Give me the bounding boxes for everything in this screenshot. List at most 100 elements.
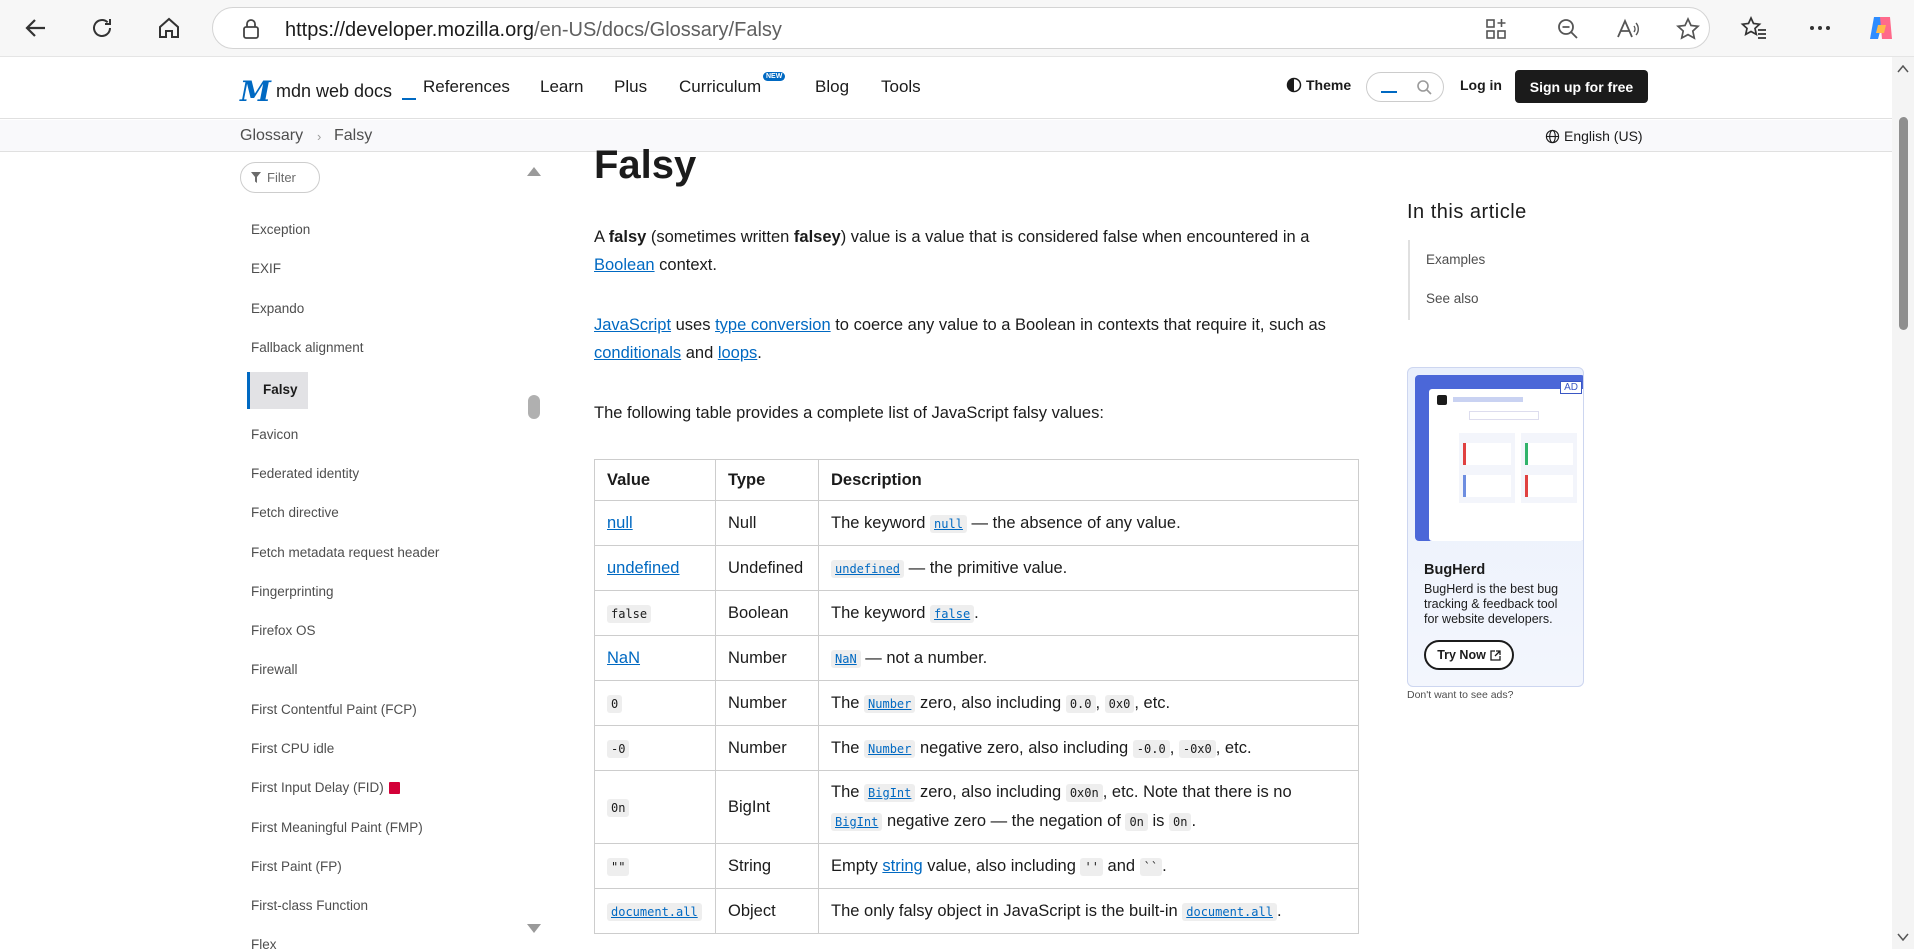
- description-cell: The Number negative zero, also including…: [818, 725, 1359, 771]
- text: ,: [1169, 738, 1179, 757]
- ad-title: BugHerd: [1424, 562, 1486, 578]
- conditionals-link[interactable]: conditionals: [594, 344, 681, 362]
- code-link[interactable]: Number: [864, 739, 916, 758]
- nav-references[interactable]: References: [423, 77, 510, 97]
- back-arrow-icon[interactable]: [19, 11, 53, 45]
- code-link[interactable]: NaN: [831, 649, 861, 668]
- javascript-link[interactable]: JavaScript: [594, 316, 671, 334]
- code-link[interactable]: BigInt: [831, 813, 883, 831]
- sidebar-scrollbar[interactable]: [528, 395, 540, 419]
- nan-link[interactable]: NaN: [607, 649, 640, 667]
- mdn-logo[interactable]: M mdn web docs: [240, 75, 417, 108]
- text: .: [1276, 901, 1282, 920]
- code-link[interactable]: null: [930, 514, 967, 533]
- text: The: [831, 783, 865, 801]
- null-link[interactable]: null: [607, 514, 633, 532]
- sidebar-item[interactable]: Fetch directive: [251, 505, 339, 520]
- sidebar-scroll-up[interactable]: [527, 167, 541, 176]
- address-bar[interactable]: https://developer.mozilla.org/en-US/docs…: [212, 7, 1710, 49]
- apps-icon[interactable]: [1482, 15, 1510, 43]
- sidebar-item-active[interactable]: Falsy: [247, 372, 308, 409]
- copilot-icon[interactable]: [1866, 13, 1896, 43]
- favorites-icon[interactable]: [1739, 13, 1769, 43]
- more-icon[interactable]: [1805, 13, 1835, 43]
- text: negative zero — the negation of: [882, 812, 1126, 830]
- loops-link[interactable]: loops: [718, 344, 757, 362]
- signup-button[interactable]: Sign up for free: [1515, 70, 1648, 103]
- refresh-icon[interactable]: [85, 11, 119, 45]
- text: .: [1162, 856, 1167, 875]
- sidebar-item[interactable]: Fingerprinting: [251, 584, 334, 599]
- ad-card[interactable]: AD BugHerd BugHerd is the best bug track…: [1407, 367, 1584, 687]
- try-now-button[interactable]: Try Now: [1424, 640, 1514, 670]
- scroll-down-icon[interactable]: [1897, 933, 1909, 941]
- sidebar-item[interactable]: Fallback alignment: [251, 340, 364, 355]
- nav-blog[interactable]: Blog: [815, 77, 849, 97]
- sidebar-filter[interactable]: Filter: [240, 162, 320, 193]
- code-link[interactable]: document.all: [1182, 902, 1277, 921]
- zoom-out-icon[interactable]: [1554, 15, 1582, 43]
- theme-label: Theme: [1306, 77, 1352, 93]
- sidebar-item[interactable]: First Paint (FP): [251, 859, 342, 874]
- string-link[interactable]: string: [882, 857, 922, 875]
- page-scrollbar[interactable]: [1892, 57, 1914, 949]
- sidebar-item[interactable]: Firefox OS: [251, 623, 316, 638]
- login-link[interactable]: Log in: [1460, 77, 1502, 93]
- sidebar-item[interactable]: First Meaningful Paint (FMP): [251, 820, 423, 835]
- sidebar-item[interactable]: Exception: [251, 222, 310, 237]
- undefined-link[interactable]: undefined: [607, 559, 680, 577]
- toc-item-see-also[interactable]: See also: [1426, 291, 1479, 306]
- description-cell: The Number zero, also including 0.0, 0x0…: [818, 680, 1359, 726]
- sidebar-item-fid[interactable]: First Input Delay (FID): [251, 780, 400, 795]
- star-icon[interactable]: [1674, 15, 1702, 43]
- sidebar-item[interactable]: First CPU idle: [251, 741, 334, 756]
- page-title: Falsy: [594, 143, 697, 187]
- code-value: 0x0n: [1065, 784, 1103, 802]
- toc-item-examples[interactable]: Examples: [1426, 252, 1485, 267]
- description-cell: The keyword false.: [818, 590, 1359, 636]
- sidebar-item[interactable]: First-class Function: [251, 898, 368, 913]
- code-link[interactable]: BigInt: [864, 784, 916, 802]
- text: context.: [654, 256, 717, 274]
- code-link[interactable]: Number: [864, 694, 916, 713]
- nav-curriculum[interactable]: Curriculum: [679, 77, 761, 97]
- url-host: https://developer.mozilla.org: [285, 19, 535, 41]
- code-link[interactable]: undefined: [831, 559, 905, 578]
- read-aloud-icon[interactable]: [1614, 15, 1642, 43]
- sidebar-item[interactable]: Firewall: [251, 662, 298, 677]
- type-conversion-link[interactable]: type conversion: [715, 316, 831, 334]
- type-cell: Number: [715, 635, 819, 681]
- breadcrumb-falsy[interactable]: Falsy: [334, 127, 372, 145]
- breadcrumb-glossary[interactable]: Glossary: [240, 127, 303, 145]
- no-ads-link[interactable]: Don't want to see ads?: [1407, 689, 1514, 701]
- theme-button[interactable]: Theme: [1286, 77, 1351, 93]
- breadcrumb-separator: ›: [317, 129, 322, 144]
- url-text: https://developer.mozilla.org/en-US/docs…: [285, 19, 782, 42]
- code-link[interactable]: false: [930, 604, 975, 623]
- sidebar-item[interactable]: First Contentful Paint (FCP): [251, 702, 417, 717]
- text: The keyword: [831, 603, 931, 622]
- sidebar-item[interactable]: EXIF: [251, 261, 281, 276]
- globe-icon: [1545, 129, 1560, 143]
- sidebar-item[interactable]: Federated identity: [251, 466, 359, 481]
- lock-icon[interactable]: [237, 15, 265, 43]
- ad-description: BugHerd is the best bug tracking & feedb…: [1424, 582, 1559, 626]
- value-cell: NaN: [594, 635, 716, 681]
- code-value: 0n: [607, 798, 630, 817]
- sidebar-item[interactable]: Favicon: [251, 427, 298, 442]
- page-scroll-thumb[interactable]: [1899, 117, 1908, 330]
- sidebar-item[interactable]: Expando: [251, 301, 304, 316]
- boolean-link[interactable]: Boolean: [594, 256, 655, 274]
- code-link[interactable]: document.all: [607, 902, 702, 921]
- text: is: [1147, 812, 1169, 830]
- sidebar-item[interactable]: Fetch metadata request header: [251, 545, 439, 560]
- nav-tools[interactable]: Tools: [881, 77, 921, 97]
- home-icon[interactable]: [152, 11, 186, 45]
- nav-learn[interactable]: Learn: [540, 77, 583, 97]
- sidebar-scroll-down[interactable]: [527, 924, 541, 933]
- sidebar-item[interactable]: Flex: [251, 937, 277, 949]
- nav-plus[interactable]: Plus: [614, 77, 647, 97]
- search-input[interactable]: [1366, 72, 1444, 102]
- scroll-up-icon[interactable]: [1897, 65, 1909, 73]
- language-switcher[interactable]: English (US): [1545, 128, 1643, 144]
